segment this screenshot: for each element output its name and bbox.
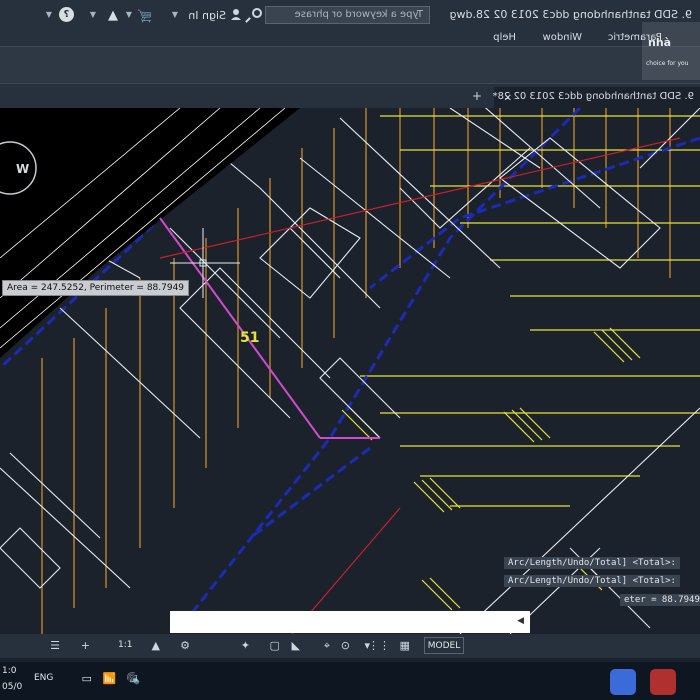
drawing-canvas[interactable] (0, 108, 700, 634)
mirrored-screen: 9. SDD tanthanhdong ddc3 2013 02 28.dwg … (0, 0, 700, 700)
clock-time[interactable]: 1:0 (2, 666, 16, 676)
chrome-app-icon[interactable] (610, 669, 636, 695)
command-history-line: Arc/Length/Undo/Total] <Total>: (504, 575, 680, 587)
menu-item-help[interactable]: Help (493, 32, 516, 43)
plot-number-label: 51 (240, 330, 260, 346)
chevron-down-icon[interactable]: ▼ (172, 10, 178, 19)
file-tab-bar: 9. SDD tanthanhdong ddc3 2013 02 28* ✕ + (0, 84, 700, 108)
file-tab-label: 9. SDD tanthanhdong ddc3 2013 02 28* (492, 91, 694, 102)
lineweight-icon[interactable]: ◢ (292, 639, 300, 652)
chevron-down-icon[interactable]: ▼ (126, 10, 132, 19)
status-bar: ▦ ⋮⋮ ▾ ⊙ ⌖ ◢ ▢ ✦ ⚙ ▲ + ☰ (0, 634, 700, 658)
ribbon-panel (0, 46, 700, 84)
annotation-visibility-icon[interactable]: ✦ (241, 639, 250, 652)
chevron-down-icon[interactable]: ▼ (46, 10, 52, 19)
transparency-icon[interactable]: ▢ (270, 639, 280, 652)
add-icon[interactable]: + (81, 639, 90, 652)
user-icon[interactable] (230, 8, 242, 20)
ortho-icon[interactable]: ▾ (364, 639, 370, 652)
command-history-line: eter = 88.7949 (620, 594, 700, 606)
menu-item-window[interactable]: Window (543, 32, 582, 43)
logo-text: nhà (648, 36, 672, 49)
sign-in-link[interactable]: Sign In (188, 9, 226, 22)
close-icon[interactable]: ✕ (504, 93, 512, 104)
file-tab[interactable]: 9. SDD tanthanhdong ddc3 2013 02 28* ✕ (492, 87, 700, 108)
menu-bar: Parametric Window Help (0, 30, 700, 46)
snap-icon[interactable]: ▦ (400, 639, 410, 652)
compass-label: W (16, 162, 30, 176)
command-prompt-icon: ▶ (517, 616, 524, 626)
osnap-icon[interactable]: ⌖ (324, 639, 330, 653)
search-input[interactable]: Type a keyword or phrase (265, 6, 430, 24)
chevron-down-icon[interactable]: ▼ (90, 10, 96, 19)
clock-date[interactable]: 05/0 (2, 682, 22, 692)
cart-icon[interactable]: 🛒 (137, 9, 152, 23)
battery-icon[interactable]: ▭ (82, 672, 92, 685)
wifi-icon[interactable]: 📶 (102, 672, 116, 685)
command-history-line: Arc/Length/Undo/Total] <Total>: (504, 557, 680, 569)
taskbar: 🔊 📶 ▭ (0, 662, 700, 700)
logo-tagline: choice for you (646, 60, 689, 67)
search-placeholder: Type a keyword or phrase (294, 9, 423, 20)
add-tab-icon[interactable]: + (472, 89, 482, 103)
command-input[interactable]: ▶ (170, 611, 530, 633)
grid-icon[interactable]: ⋮⋮ (368, 639, 390, 652)
search-icon[interactable] (252, 8, 262, 18)
annotation-scale-icon[interactable]: ▲ (152, 639, 160, 652)
area-tooltip: Area = 247.5252, Perimeter = 88.7949 (2, 280, 190, 296)
title-bar: 9. SDD tanthanhdong ddc3 2013 02 28.dwg … (0, 0, 700, 30)
autodesk-a360-icon[interactable]: ▲ (108, 8, 118, 23)
polar-icon[interactable]: ⊙ (341, 639, 350, 652)
volume-icon[interactable]: 🔊 (126, 672, 140, 685)
autocad-app-icon[interactable] (650, 669, 676, 695)
workspace-icon[interactable]: ⚙ (180, 639, 190, 652)
file-title: 9. SDD tanthanhdong ddc3 2013 02 28.dwg (449, 8, 692, 21)
customize-icon[interactable]: ☰ (50, 639, 60, 652)
model-space-button[interactable]: MODEL (424, 637, 464, 654)
watermark-logo: nhà choice for you (642, 22, 700, 80)
language-indicator[interactable]: ENG (34, 673, 53, 683)
cad-drawing (0, 108, 700, 634)
annotation-scale-value[interactable]: 1:1 (118, 640, 132, 650)
help-icon[interactable]: ? (59, 7, 74, 22)
